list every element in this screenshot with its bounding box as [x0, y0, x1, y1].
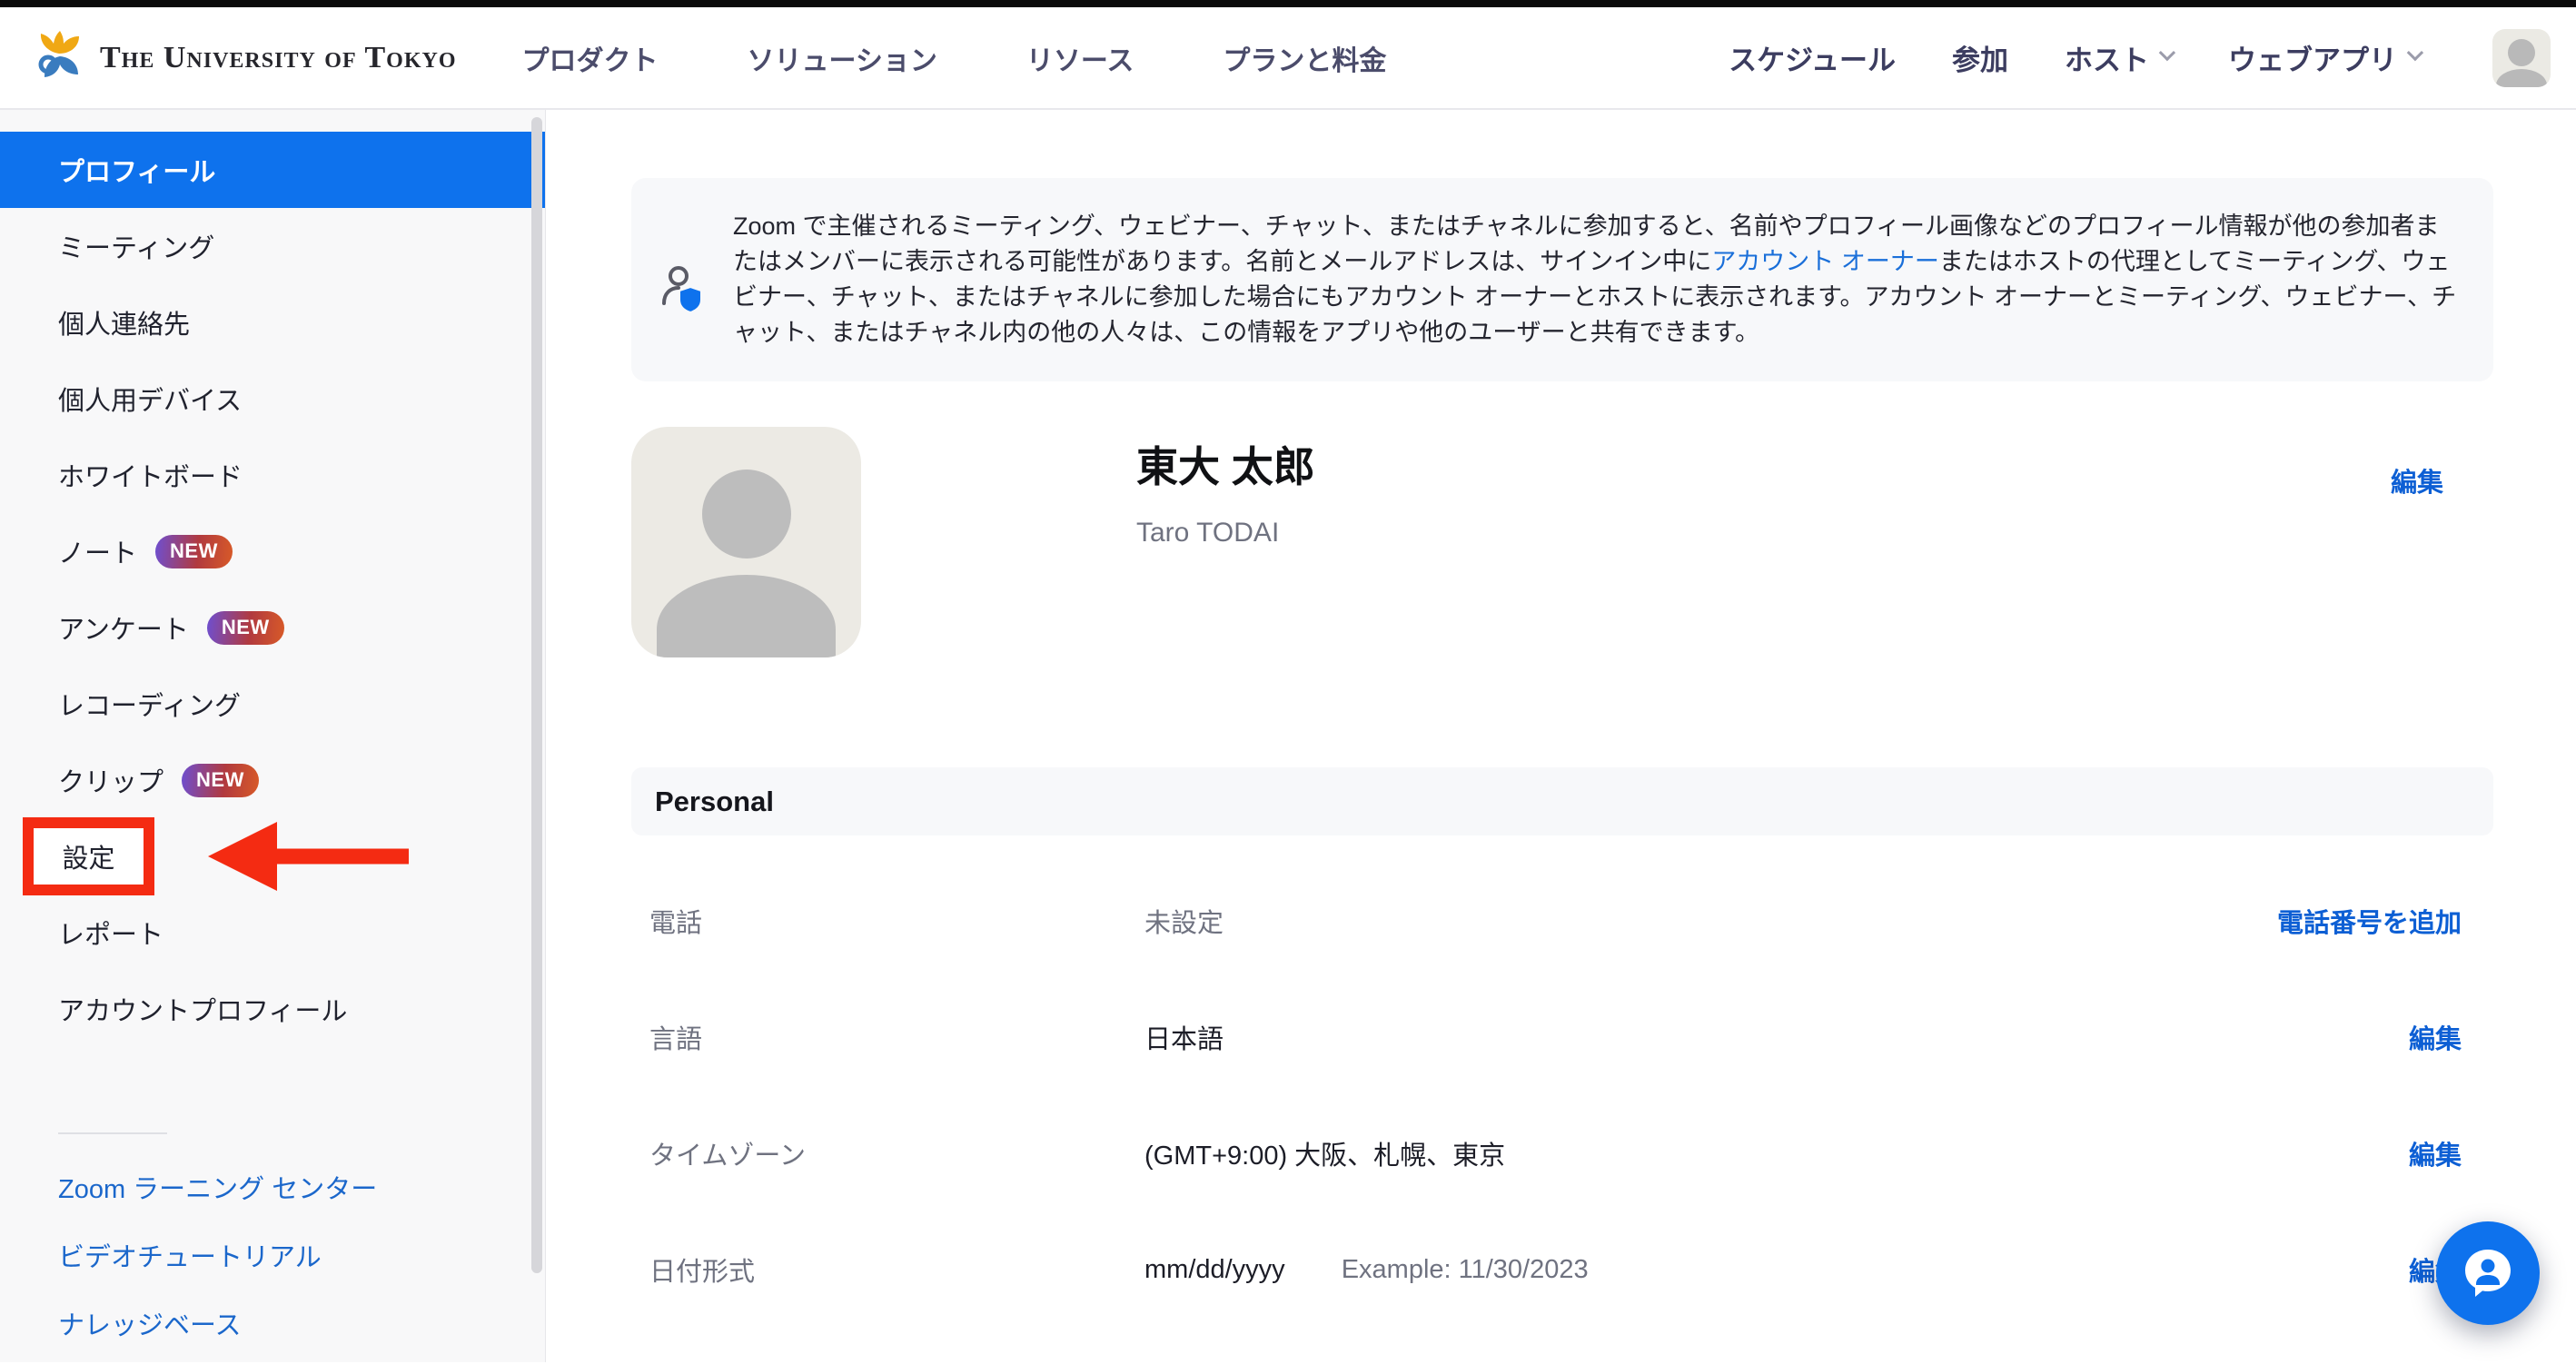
support-chat-button[interactable]: [2436, 1221, 2540, 1325]
sidebar-item[interactable]: アンケート NEW: [0, 589, 545, 666]
field-value: 日本語: [1144, 1018, 1224, 1056]
sidebar-item[interactable]: プロフィール: [0, 132, 545, 208]
sidebar-item[interactable]: レポート: [0, 895, 545, 971]
sidebar-item-label: ミーティング: [58, 227, 214, 265]
nav-action-item[interactable]: スケジュール: [1729, 37, 1896, 78]
nav-menu-item[interactable]: プロダクト: [522, 38, 659, 78]
field-label: タイムゾーン: [631, 1134, 1144, 1172]
avatar-body-shape: [2496, 69, 2547, 87]
personal-section-header: Personal: [631, 767, 2493, 835]
top-navigation: The University of Tokyo プロダクト ソリューション リソ…: [0, 7, 2576, 110]
privacy-notice-text: Zoom で主催されるミーティング、ウェビナー、チャット、またはチャネルに参加す…: [733, 209, 2457, 351]
field-label: 日付形式: [631, 1250, 1144, 1289]
nav-action-item[interactable]: ホスト: [2065, 37, 2172, 78]
avatar-head-shape: [702, 469, 791, 558]
sidebar-item[interactable]: クリップ NEW: [0, 742, 545, 818]
sidebar-item[interactable]: 設定: [0, 818, 545, 895]
sidebar: プロフィール ミーティング 個人連絡先 個人用デバイス: [0, 110, 546, 1362]
sidebar-item-label: 設定: [23, 817, 154, 895]
profile-edit-link[interactable]: 編集: [2391, 461, 2443, 499]
nav-action-label: スケジュール: [1729, 37, 1896, 78]
romanized-name: Taro TODAI: [1136, 518, 1315, 549]
account-owner-link[interactable]: アカウント オーナー: [1711, 248, 1939, 275]
sidebar-item[interactable]: ホワイトボード: [0, 437, 545, 513]
field-action-link[interactable]: 編集: [2409, 1134, 2493, 1172]
nav-menu-item[interactable]: プランと料金: [1223, 38, 1386, 78]
sidebar-footer-link[interactable]: Zoom ラーニング センター: [0, 1152, 545, 1221]
top-black-strip: [0, 0, 2576, 7]
new-badge: NEW: [207, 611, 284, 645]
sidebar-item-label: クリップ: [58, 761, 163, 799]
sidebar-item-label: レコーディング: [58, 685, 241, 723]
main-content: Zoom で主催されるミーティング、ウェビナー、チャット、またはチャネルに参加す…: [546, 110, 2576, 1362]
sidebar-footer-link[interactable]: ナレッジベース: [0, 1289, 545, 1357]
nav-left-menu: プロダクト ソリューション リソース プランと料金: [522, 38, 1387, 78]
sidebar-scrollbar-thumb[interactable]: [531, 117, 542, 1273]
sidebar-item-label: ノート: [58, 532, 137, 570]
sidebar-item-label: ホワイトボード: [58, 456, 243, 494]
person-shield-icon: [631, 209, 733, 351]
chat-person-icon: [2459, 1244, 2517, 1302]
nav-action-label: 参加: [1952, 37, 2008, 78]
sidebar-item[interactable]: レコーディング: [0, 666, 545, 742]
sidebar-item-label: アカウントプロフィール: [58, 990, 347, 1028]
sidebar-item-label: 個人連絡先: [58, 303, 190, 341]
nav-action-item[interactable]: ウェブアプリ: [2228, 37, 2420, 78]
sidebar-item[interactable]: アカウントプロフィール: [0, 971, 545, 1047]
new-badge: NEW: [182, 764, 259, 797]
privacy-notice-panel: Zoom で主催されるミーティング、ウェビナー、チャット、またはチャネルに参加す…: [631, 178, 2493, 381]
sidebar-menu: プロフィール ミーティング 個人連絡先 個人用デバイス: [0, 132, 545, 1047]
page-layout: プロフィール ミーティング 個人連絡先 個人用デバイス: [0, 110, 2576, 1362]
field-value: mm/dd/yyyy: [1144, 1255, 1285, 1285]
nav-right-menu: スケジュール 参加 ホスト ウェブアプリ: [1729, 29, 2551, 87]
sidebar-item[interactable]: 個人用デバイス: [0, 361, 545, 437]
logo-text: The University of Tokyo: [100, 41, 457, 75]
avatar-body-shape: [657, 575, 836, 657]
ginkgo-leaf-icon: [33, 28, 87, 87]
sidebar-item-label: 個人用デバイス: [58, 380, 242, 418]
profile-avatar[interactable]: [631, 427, 861, 657]
sidebar-item-label: プロフィール: [58, 151, 215, 189]
chevron-down-icon: [2407, 44, 2423, 61]
user-avatar[interactable]: [2492, 29, 2551, 87]
sidebar-item-label: レポート: [58, 914, 163, 952]
personal-section-title: Personal: [655, 786, 774, 818]
profile-field-row: 言語 日本語 編集: [631, 979, 2493, 1095]
field-value: (GMT+9:00) 大阪、札幌、東京: [1144, 1134, 1505, 1172]
new-badge: NEW: [155, 535, 233, 568]
field-value: 未設定: [1144, 902, 1224, 940]
nav-menu-item[interactable]: ソリューション: [748, 38, 937, 78]
nav-menu-item[interactable]: リソース: [1026, 38, 1134, 78]
profile-field-row: 電話 未設定 電話番号を追加: [631, 863, 2493, 979]
sidebar-divider: [58, 1132, 167, 1134]
field-action-link[interactable]: 電話番号を追加: [2277, 902, 2493, 940]
personal-fields: 電話 未設定 電話番号を追加 言語 日本語 編集 タイムゾーン: [631, 863, 2493, 1328]
university-of-tokyo-logo[interactable]: The University of Tokyo: [33, 28, 457, 87]
sidebar-item[interactable]: ミーティング: [0, 208, 545, 284]
field-example: Example: 11/30/2023: [1342, 1255, 1589, 1285]
nav-action-label: ウェブアプリ: [2228, 37, 2397, 78]
nav-action-label: ホスト: [2065, 37, 2149, 78]
avatar-head-shape: [2508, 39, 2535, 66]
name-block: 東大 太郎 Taro TODAI: [1136, 427, 1315, 657]
profile-field-row: タイムゾーン (GMT+9:00) 大阪、札幌、東京 編集: [631, 1095, 2493, 1211]
field-label: 言語: [631, 1018, 1144, 1056]
display-name: 東大 太郎: [1136, 434, 1315, 494]
profile-field-row: 日付形式 mm/dd/yyyy Example: 11/30/2023 編集: [631, 1211, 2493, 1328]
field-action-link[interactable]: 編集: [2409, 1018, 2493, 1056]
nav-action-item[interactable]: 参加: [1952, 37, 2008, 78]
sidebar-footer-link[interactable]: ビデオチュートリアル: [0, 1221, 545, 1289]
profile-header: 東大 太郎 Taro TODAI 編集: [631, 427, 2493, 657]
sidebar-footer-links: Zoom ラーニング センター ビデオチュートリアル ナレッジベース: [0, 1152, 545, 1357]
field-label: 電話: [631, 902, 1144, 940]
sidebar-item[interactable]: 個人連絡先: [0, 284, 545, 361]
sidebar-item[interactable]: ノート NEW: [0, 513, 545, 589]
sidebar-item-label: アンケート: [58, 608, 189, 647]
chevron-down-icon: [2159, 44, 2175, 61]
